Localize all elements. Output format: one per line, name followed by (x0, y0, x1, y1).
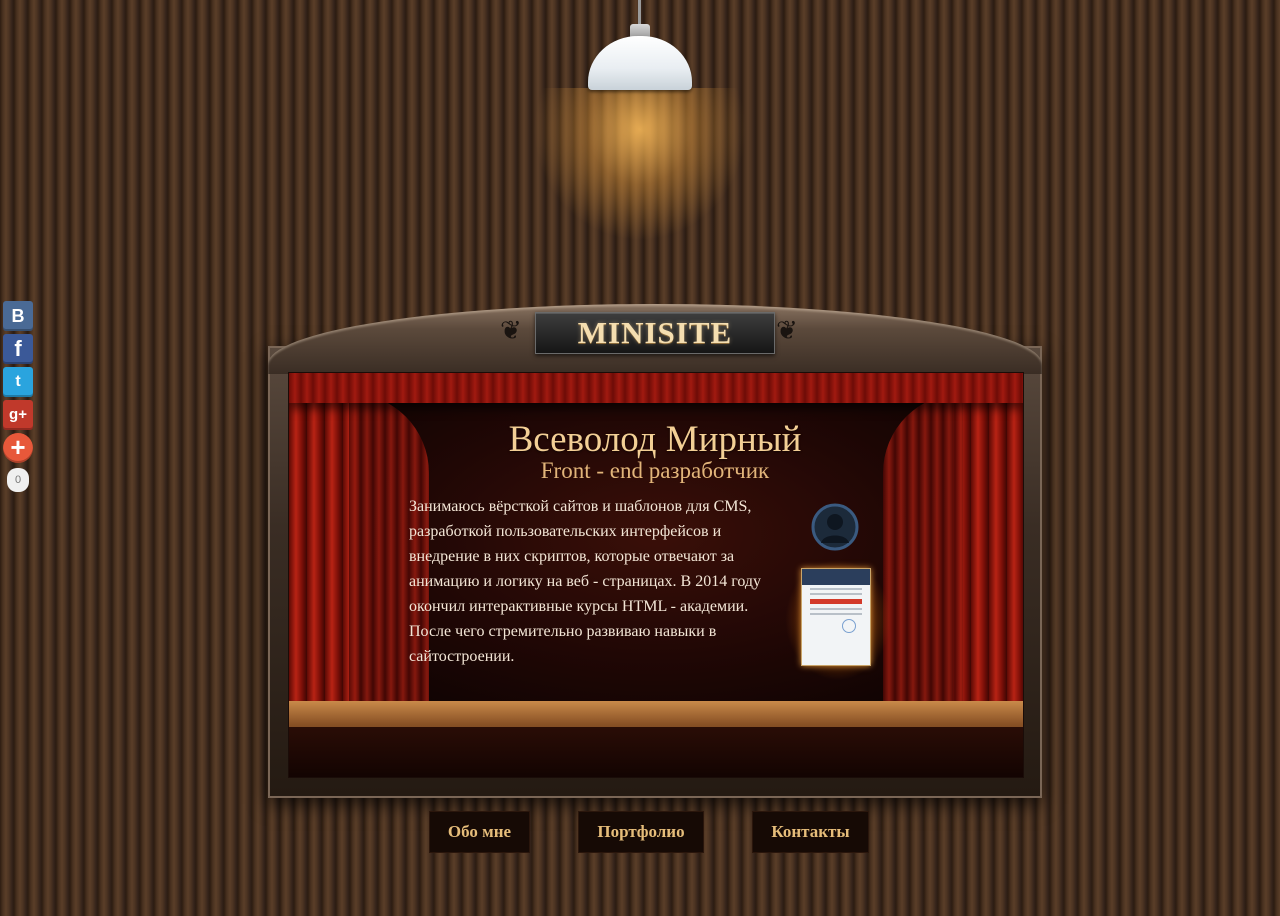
facebook-icon[interactable]: f (3, 334, 33, 364)
curtain-valance (289, 373, 1023, 403)
vk-icon[interactable]: B (3, 301, 33, 331)
google-plus-icon[interactable]: g+ (3, 400, 33, 430)
stage-floor-edge (289, 727, 1023, 777)
twitter-icon[interactable]: t (3, 367, 33, 397)
share-counter: 0 (7, 468, 29, 492)
curtain-right (953, 373, 1023, 718)
certificate-header (802, 569, 870, 585)
site-logo[interactable]: MINISITE (535, 312, 775, 354)
flourish-right-icon: ❦ (776, 316, 798, 345)
certificate-image[interactable] (801, 568, 871, 666)
certificate-line (810, 613, 862, 615)
certificate-ribbon (810, 599, 862, 604)
certificate-line (810, 588, 862, 590)
profile-role: Front - end разработчик (540, 458, 770, 483)
lamp-light-glow (520, 88, 760, 318)
social-share-bar: B f t g+ + 0 (3, 301, 33, 492)
certificate-line (810, 608, 862, 610)
flourish-left-icon: ❦ (500, 316, 522, 345)
nav-about-button[interactable]: Обо мне (429, 811, 530, 853)
nav-contacts-button[interactable]: Контакты (752, 811, 869, 853)
logo-text: MINISITE (577, 315, 733, 350)
certificate-seal-icon (842, 619, 856, 633)
profile-name: Всеволод Мирный (508, 419, 802, 460)
nav-portfolio-button[interactable]: Портфолио (578, 811, 704, 853)
plus-icon[interactable]: + (3, 433, 33, 463)
certificate-line (810, 593, 862, 595)
profile-bio: Занимаюсь вёрсткой сайтов и шаблонов для… (409, 498, 762, 665)
lamp-icon (588, 36, 692, 90)
